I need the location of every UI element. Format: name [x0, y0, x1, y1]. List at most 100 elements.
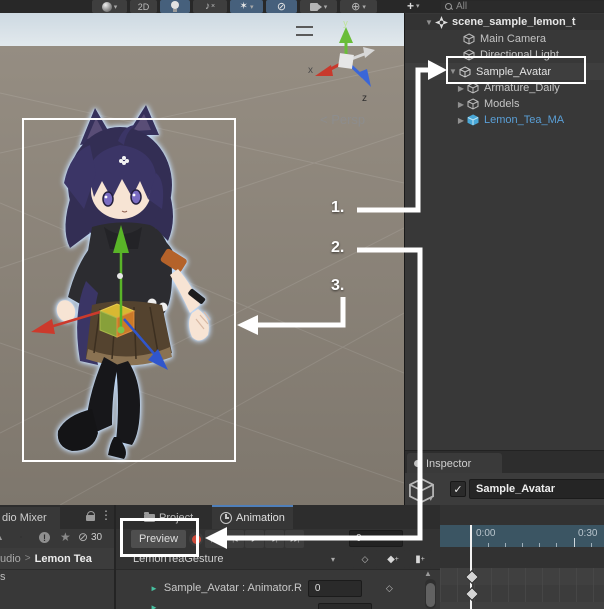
next-key-button[interactable]: ▶| — [265, 530, 284, 548]
annotation-step-1: 1. — [331, 199, 345, 216]
hierarchy-row-armature[interactable]: ▶ Armature_Daily — [405, 80, 604, 96]
tab-animation[interactable]: Animation — [212, 505, 293, 529]
record-button[interactable] — [189, 532, 203, 546]
gizmos-button[interactable]: ⊕ ▾ — [340, 0, 377, 13]
audio-mixer-panel: dio Mixer ⋮ ▲ ! ★ ⊘ 30 udio > Lemon Tea … — [0, 505, 114, 609]
clip-dropdown[interactable]: LemonTeaGesture ▾ — [131, 550, 341, 568]
tab-audio-mixer[interactable]: dio Mixer — [0, 507, 60, 529]
camera-view-button[interactable]: ▾ — [300, 0, 337, 13]
eye-crossed-icon: ⊘ — [276, 1, 287, 13]
row-label: Armature_Daily — [484, 82, 560, 94]
row-label: Models — [484, 98, 520, 110]
tab-label: Inspector — [426, 457, 472, 470]
foldout-open-icon[interactable]: ▼ — [447, 67, 459, 76]
partial-list-item[interactable]: s — [0, 571, 6, 583]
foldout-closed-icon[interactable]: ▶ — [455, 100, 467, 109]
gizmo-z-handle — [148, 349, 168, 370]
eye-crossed-icon[interactable]: ⊘ — [78, 530, 88, 544]
tab-label: Animation — [236, 512, 285, 524]
foldout-closed-icon[interactable]: ▶ — [455, 84, 467, 93]
add-keyframe-button[interactable]: ◆ + — [380, 550, 406, 568]
tab-dot-icon — [414, 460, 421, 467]
hierarchy-create-button[interactable]: + ▾ — [407, 0, 435, 13]
chevron-down-icon: ▾ — [416, 3, 420, 10]
hierarchy-row-lemon-tea-prefab[interactable]: ▶ Lemon_Tea_MA — [405, 112, 604, 128]
clock-icon — [220, 512, 232, 524]
row-label: Directional Light — [480, 49, 559, 61]
shading-mode-button[interactable]: ▾ — [92, 0, 127, 13]
tab-inspector[interactable]: Inspector — [407, 453, 502, 474]
2d-toggle-button[interactable]: 2D — [130, 0, 157, 13]
camera-icon — [309, 2, 322, 11]
shaded-sphere-icon — [101, 1, 112, 12]
partial-icon[interactable]: ▲ — [0, 532, 4, 542]
hierarchy-row-directional-light[interactable]: Directional Light — [405, 47, 604, 63]
row-label: Lemon_Tea_MA — [484, 114, 565, 126]
plus-icon: + — [407, 0, 415, 13]
chevron-down-icon: ▾ — [113, 3, 118, 11]
timeline-ruler[interactable]: 0:00 0:30 — [440, 525, 604, 547]
active-checkbox[interactable]: ✓ — [450, 481, 466, 497]
preview-button[interactable]: Preview — [131, 530, 186, 548]
add-event-button[interactable]: ▮ + — [408, 550, 432, 568]
hierarchy-row-scene[interactable]: ▼ scene_sample_lemon_t — [405, 14, 604, 30]
tab-project[interactable]: Project — [136, 507, 201, 529]
go-to-end-button[interactable]: ▶▶| — [285, 530, 304, 548]
keyframe-indicator-icon[interactable]: ◇ — [386, 583, 393, 594]
property-value-field[interactable] — [317, 603, 372, 609]
scrollbar-thumb[interactable] — [426, 583, 435, 607]
scroll-up-icon[interactable]: ▲ — [424, 569, 432, 578]
chevron-down-icon: ▾ — [323, 3, 328, 11]
gameobject-cube-icon — [467, 98, 479, 110]
hierarchy-row-sample-avatar[interactable]: ▼ Sample_Avatar — [405, 63, 604, 80]
bulb-icon — [171, 1, 179, 12]
kebab-menu-icon[interactable]: ⋮ — [100, 508, 112, 522]
add-keyframe-dot-button[interactable]: ◇ — [352, 550, 378, 568]
search-icon — [445, 2, 454, 11]
property-value-field[interactable]: 0 — [307, 579, 362, 597]
star-icon[interactable]: ★ — [60, 530, 71, 544]
exclamation-icon[interactable]: ! — [39, 532, 50, 543]
chevron-down-icon: ▾ — [362, 3, 366, 11]
breadcrumb-parent[interactable]: udio — [0, 553, 21, 565]
lighting-toggle-button[interactable] — [160, 0, 190, 13]
frame-field[interactable]: 0 — [349, 530, 403, 547]
ruler-label-0: 0:00 — [476, 528, 496, 539]
move-gizmo[interactable] — [0, 13, 404, 505]
prefab-cube-icon — [467, 114, 479, 126]
hidden-count: 30 — [91, 532, 103, 543]
effects-button[interactable]: ✶ ▾ — [230, 0, 263, 13]
chevron-down-icon: ▾ — [249, 3, 254, 11]
scene-name: scene_sample_lemon_t — [452, 16, 576, 28]
play-button[interactable]: ▶ — [245, 530, 264, 548]
tab-label: dio Mixer — [2, 512, 47, 524]
speaker-muted-icon: ♪ — [204, 1, 210, 12]
hidden-objects-button[interactable]: ⊘ — [266, 0, 297, 13]
hierarchy-row-main-camera[interactable]: Main Camera — [405, 31, 604, 47]
gameobject-cube-icon — [463, 49, 475, 61]
row-label: Main Camera — [480, 33, 547, 45]
dopesheet[interactable]: 0:00 0:30 — [440, 505, 604, 609]
tab-label: Project — [159, 512, 194, 524]
object-name-field[interactable]: Sample_Avatar — [469, 479, 604, 499]
hierarchy-search-input[interactable]: All — [441, 1, 604, 12]
scene-view[interactable]: y x z < Persp — [0, 13, 404, 505]
go-to-start-button[interactable]: |◀◀ — [205, 530, 224, 548]
breadcrumb-current[interactable]: Lemon Tea — [35, 553, 92, 565]
record-dot-icon — [191, 534, 201, 544]
property-row[interactable]: ► Sample_Avatar : Animator.R 0 ◇ — [116, 577, 436, 599]
breadcrumb-separator-icon: > — [24, 553, 31, 564]
search-value: All — [456, 1, 468, 12]
clip-name: LemonTeaGesture — [133, 553, 224, 565]
chevron-down-icon[interactable]: ▾ — [429, 495, 433, 503]
dopesheet-row-3[interactable] — [440, 602, 604, 609]
audio-mute-button[interactable]: ♪ × — [193, 0, 227, 13]
property-row-partial[interactable]: ► — [116, 603, 436, 609]
prev-key-button[interactable]: |◀ — [225, 530, 244, 548]
foldout-open-icon[interactable]: ▼ — [423, 18, 435, 27]
scrollbar-track[interactable] — [425, 579, 436, 609]
foldout-closed-icon[interactable]: ▶ — [455, 116, 467, 125]
hierarchy-row-models[interactable]: ▶ Models — [405, 96, 604, 112]
effects-sparkle-icon: ✶ — [239, 1, 248, 12]
ruler-label-30: 0:30 — [578, 528, 598, 539]
